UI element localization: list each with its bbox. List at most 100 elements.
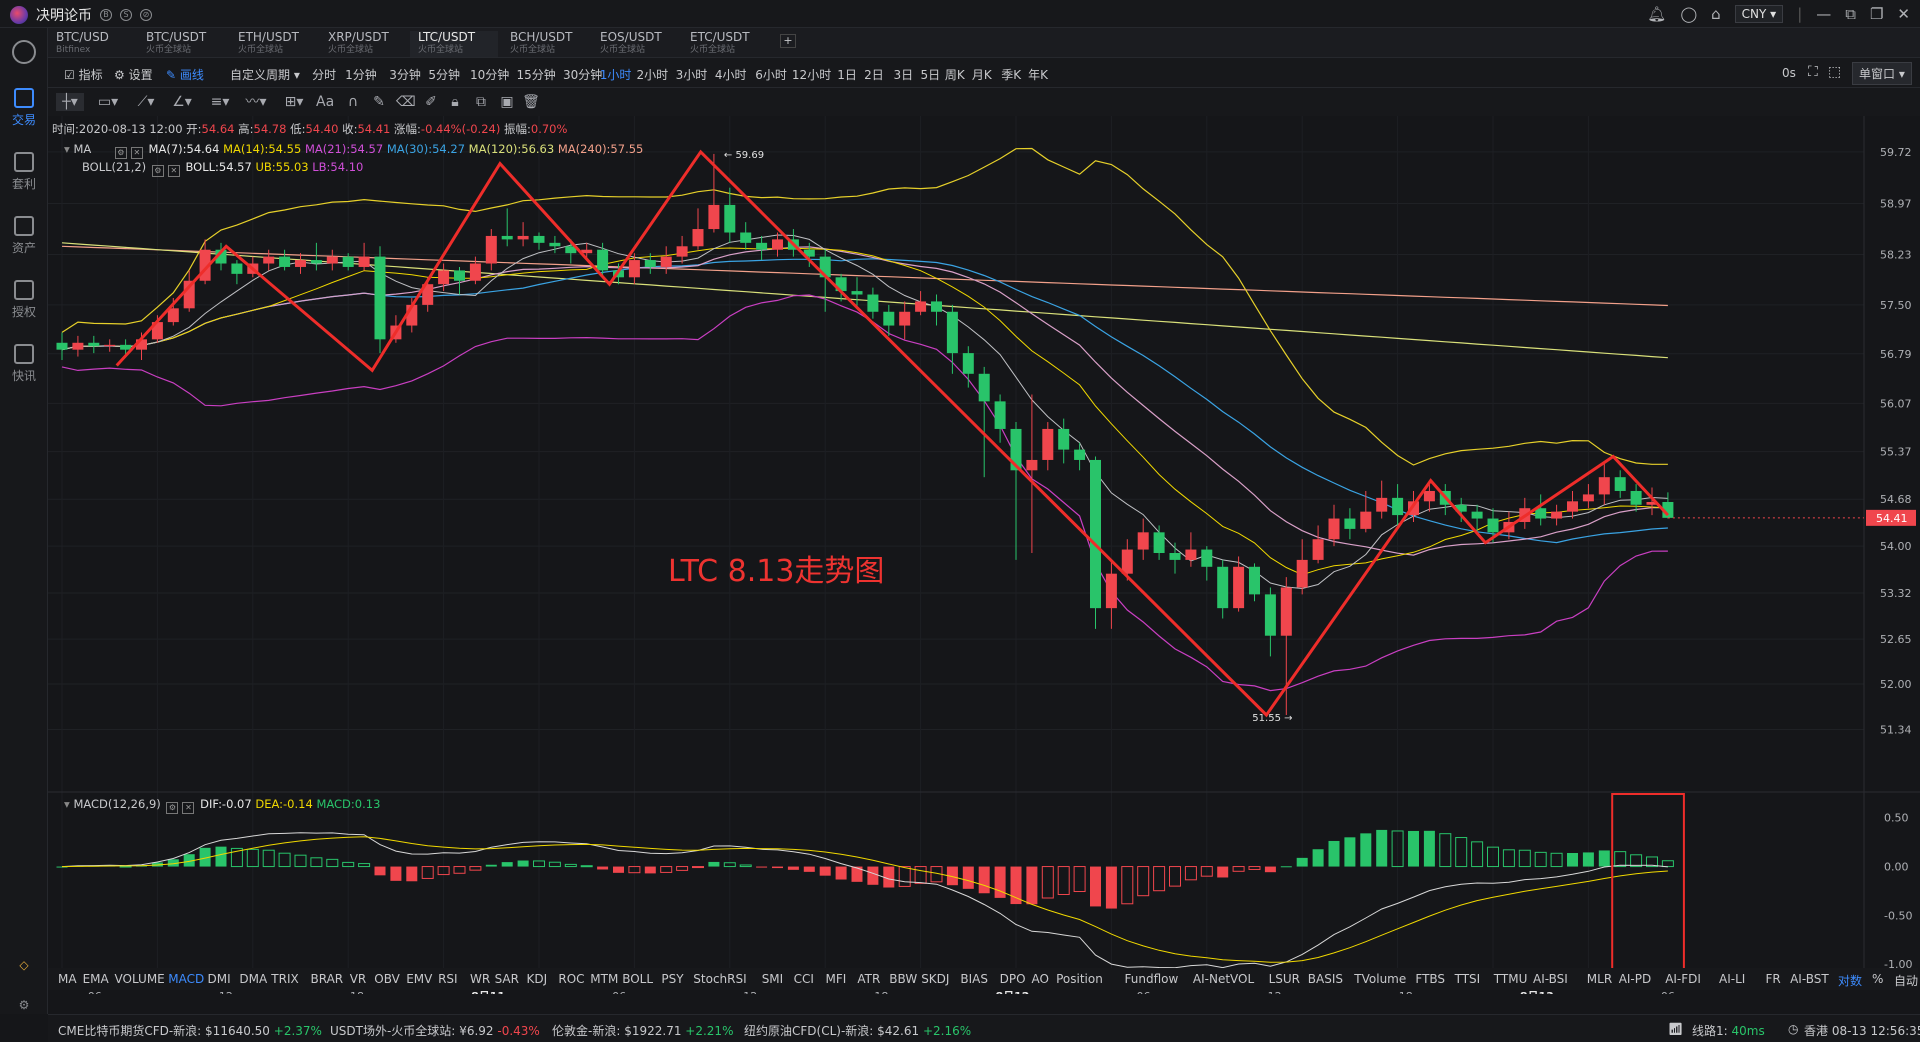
macd-close-icon[interactable]: ✕: [182, 802, 195, 814]
gift-icon[interactable]: ⌂: [1711, 5, 1721, 23]
indicator-ttmu[interactable]: TTMU: [1494, 972, 1528, 986]
indicator-ai-fdi[interactable]: AI-FDI: [1665, 972, 1701, 986]
indicator-dmi[interactable]: DMI: [208, 972, 231, 986]
period-1[interactable]: 1分钟: [345, 66, 377, 83]
ticker-gold[interactable]: 伦敦金-新浪: $1922.71 +2.21%: [552, 1022, 733, 1039]
tab-bch-usdt[interactable]: BCH/USDT 火币全球站: [502, 31, 590, 57]
indicator-trix[interactable]: TRIX: [271, 972, 298, 986]
period-17[interactable]: 周K: [945, 66, 965, 83]
ticker-cme[interactable]: CME比特币期货CFD-新浪: $11640.50 +2.37%: [58, 1022, 322, 1039]
copy-icon[interactable]: ⧉: [472, 93, 490, 111]
wave-icon[interactable]: 〰▾: [242, 93, 270, 111]
indicator-mtm[interactable]: MTM: [590, 972, 618, 986]
indicator-mlr[interactable]: MLR: [1587, 972, 1612, 986]
close-icon[interactable]: ✕: [1897, 5, 1910, 23]
indicator-fundflow[interactable]: Fundflow: [1125, 972, 1179, 986]
shield-icon[interactable]: S: [120, 9, 132, 21]
indicator-brar[interactable]: BRAR: [311, 972, 344, 986]
text-icon[interactable]: Aa: [316, 93, 334, 111]
period-4[interactable]: 10分钟: [470, 66, 509, 83]
indicator-psy[interactable]: PSY: [661, 972, 683, 986]
indicators-button[interactable]: ☑ 指标: [64, 66, 103, 83]
tab-etc-usdt[interactable]: ETC/USDT 火币全球站: [682, 31, 770, 57]
indicator-cci[interactable]: CCI: [794, 972, 814, 986]
axis-mode-pct[interactable]: %: [1872, 972, 1883, 986]
period-14[interactable]: 2日: [864, 66, 884, 83]
settings-button[interactable]: ⚙ 设置: [114, 66, 153, 83]
restore-icon[interactable]: ❐: [1870, 5, 1883, 23]
indicator-atr[interactable]: ATR: [857, 972, 880, 986]
indicator-ao[interactable]: AO: [1032, 972, 1049, 986]
indicator-ttsi[interactable]: TTSI: [1455, 972, 1481, 986]
tab-btc-usdt[interactable]: BTC/USDT 火币全球站: [138, 31, 226, 57]
indicator-ma[interactable]: MA: [58, 972, 77, 986]
sidebar-item-news[interactable]: 快讯: [0, 344, 48, 384]
indicator-dma[interactable]: DMA: [239, 972, 267, 986]
indicator-mfi[interactable]: MFI: [826, 972, 847, 986]
period-20[interactable]: 年K: [1028, 66, 1048, 83]
indicator-kdj[interactable]: KDJ: [527, 972, 548, 986]
indicator-stochrsi[interactable]: StochRSI: [693, 972, 746, 986]
draw-button[interactable]: ✎ 画线: [166, 66, 204, 83]
crosshair-icon[interactable]: ┼▾: [56, 93, 84, 111]
indicator-tvolume[interactable]: TVolume: [1354, 972, 1406, 986]
period-11[interactable]: 6小时: [755, 66, 787, 83]
indicator-sar[interactable]: SAR: [495, 972, 519, 986]
minimize-icon[interactable]: —: [1816, 5, 1831, 23]
indicator-skdj[interactable]: SKDJ: [921, 972, 949, 986]
period-19[interactable]: 季K: [1001, 66, 1021, 83]
period-6[interactable]: 30分钟: [563, 66, 602, 83]
indicator-ai-bsi[interactable]: AI-BSI: [1533, 972, 1568, 986]
period-16[interactable]: 5日: [920, 66, 940, 83]
external-window-icon[interactable]: ⧉: [1845, 5, 1856, 23]
tab-ltc-usdt[interactable]: LTC/USDT 火币全球站: [410, 31, 498, 57]
ticker-usdt[interactable]: USDT场外-火币全球站: ¥6.92 -0.43%: [330, 1022, 540, 1039]
indicator-volume[interactable]: VOLUME: [115, 972, 165, 986]
tab-eth-usdt[interactable]: ETH/USDT 火币全球站: [230, 31, 318, 57]
screenshot-icon[interactable]: ⬚: [1828, 64, 1841, 80]
refresh-interval[interactable]: 0s: [1782, 66, 1796, 80]
period-3[interactable]: 5分钟: [428, 66, 460, 83]
fullscreen-icon[interactable]: ⛶: [1808, 64, 1818, 80]
measure-icon[interactable]: ⊞▾: [280, 93, 308, 111]
indicator-macd[interactable]: MACD: [168, 972, 204, 986]
parallel-lines-icon[interactable]: ≡▾: [206, 93, 234, 111]
period-13[interactable]: 1日: [837, 66, 857, 83]
indicator-smi[interactable]: SMI: [762, 972, 784, 986]
settings-gear-icon[interactable]: ⚙: [0, 998, 48, 1012]
sidebar-item-arbitrage[interactable]: 套利: [0, 152, 48, 192]
magnet-icon[interactable]: ∩: [344, 93, 362, 111]
indicator-obv[interactable]: OBV: [374, 972, 400, 986]
indicator-ai-pd[interactable]: AI-PD: [1619, 972, 1652, 986]
axis-mode-log[interactable]: 对数: [1838, 972, 1862, 989]
vip-icon[interactable]: ◇: [0, 958, 48, 972]
period-2[interactable]: 3分钟: [389, 66, 421, 83]
period-8[interactable]: 2小时: [636, 66, 668, 83]
indicator-fr[interactable]: FR: [1766, 972, 1781, 986]
lock-icon[interactable]: 🔒︎: [446, 93, 464, 111]
custom-period-button[interactable]: 自定义周期 ▾: [230, 66, 300, 83]
chart-area[interactable]: 0.500.00-0.50-1.00 59.7258.9758.2357.505…: [48, 116, 1920, 994]
period-10[interactable]: 4小时: [715, 66, 747, 83]
boll-close-icon[interactable]: ✕: [167, 165, 180, 177]
indicator-ema[interactable]: EMA: [83, 972, 109, 986]
tab-eos-usdt[interactable]: EOS/USDT 火币全球站: [592, 31, 680, 57]
indicator-ai-netvol[interactable]: AI-NetVOL: [1193, 972, 1254, 986]
ruler-icon[interactable]: ▭▾: [94, 93, 122, 111]
indicator-bbw[interactable]: BBW: [889, 972, 917, 986]
badge-icon[interactable]: B: [100, 9, 112, 21]
period-5[interactable]: 15分钟: [517, 66, 556, 83]
tab-xrp-usdt[interactable]: XRP/USDT 火币全球站: [320, 31, 408, 57]
period-12[interactable]: 12小时: [792, 66, 831, 83]
indicator-bias[interactable]: BIAS: [960, 972, 988, 986]
indicator-lsur[interactable]: LSUR: [1269, 972, 1300, 986]
indicator-ai-li[interactable]: AI-LI: [1719, 972, 1745, 986]
add-tab-button[interactable]: +: [780, 34, 796, 48]
currency-select[interactable]: CNY ▾: [1734, 5, 1784, 23]
period-9[interactable]: 3小时: [676, 66, 708, 83]
chat-icon[interactable]: ◯: [1680, 5, 1697, 23]
no-ad-icon[interactable]: ⊘: [140, 9, 152, 21]
indicator-ai-bst[interactable]: AI-BST: [1790, 972, 1829, 986]
tab-btc-usd[interactable]: BTC/USD Bitfinex: [48, 31, 136, 57]
indicator-rsi[interactable]: RSI: [438, 972, 458, 986]
